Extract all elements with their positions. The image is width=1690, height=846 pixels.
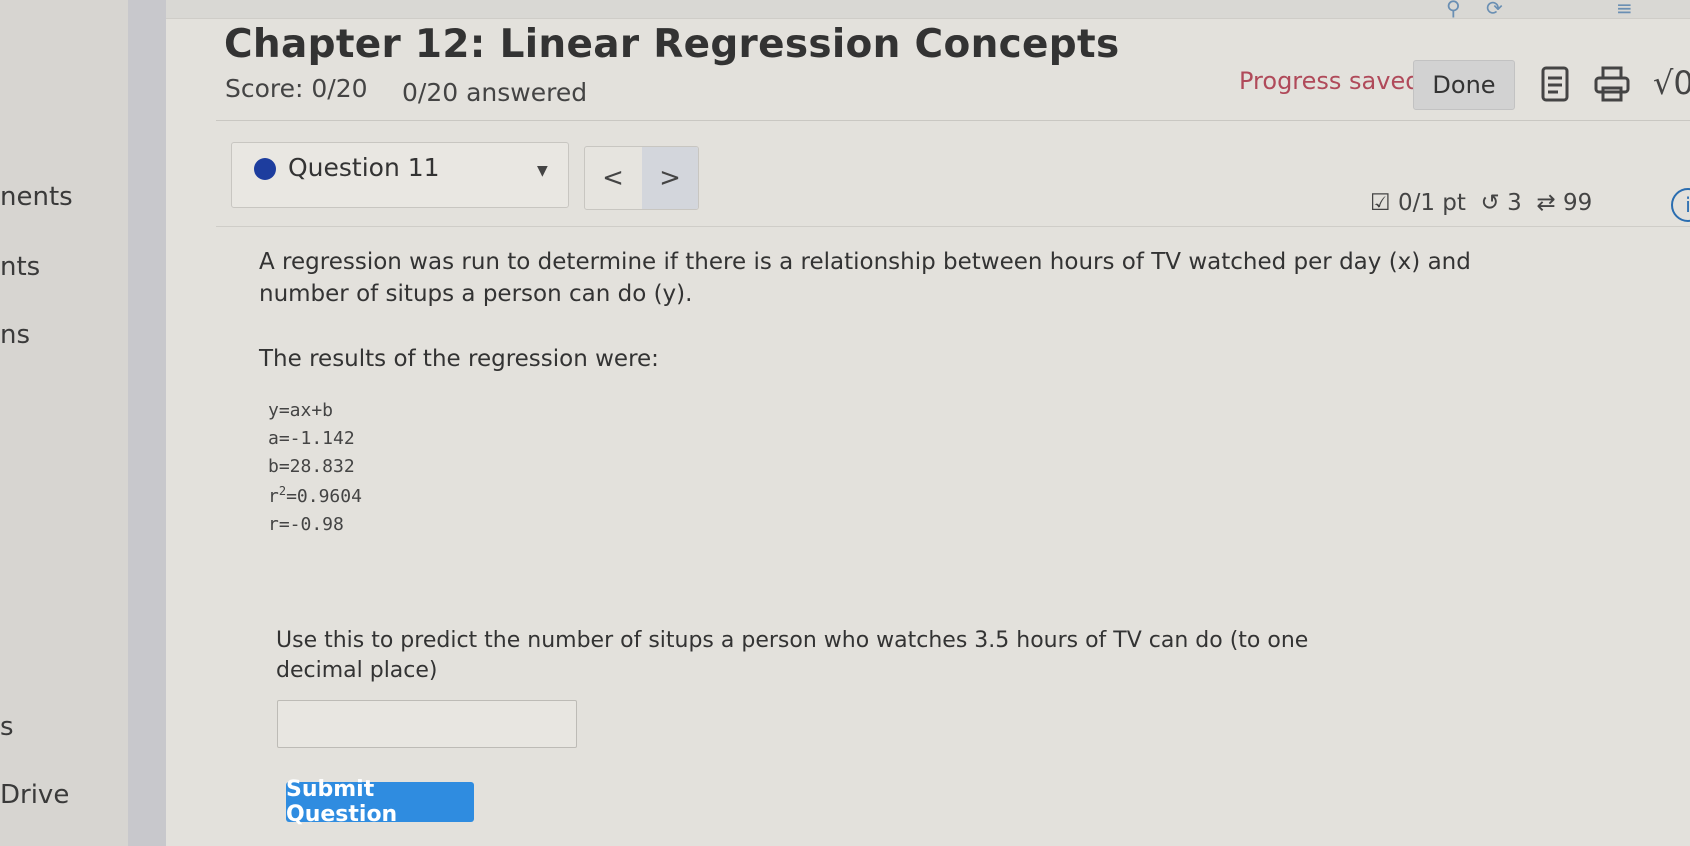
undo-icon: ↺ <box>1480 190 1500 216</box>
question-divider <box>216 226 1690 227</box>
checkbox-icon: ☑ <box>1370 190 1391 216</box>
retries-value: 99 <box>1562 190 1593 216</box>
question-prompt: A regression was run to determine if the… <box>259 249 1471 307</box>
previous-question-button[interactable]: < <box>585 147 641 209</box>
notes-icon[interactable] <box>1541 66 1569 111</box>
zoom-icon[interactable]: ⚲ <box>1446 0 1461 20</box>
question-status-dot <box>254 158 276 180</box>
question-meta: ☑ 0/1 pt ↺ 3 ⇄ 99 <box>1370 190 1592 216</box>
question-select[interactable]: Question 11 ▼ <box>231 142 569 208</box>
sidebar-item-partial[interactable]: s <box>0 712 14 742</box>
coefficient-a: a=-1.142 <box>268 428 355 449</box>
r2-prefix: r <box>268 486 279 507</box>
score-text: Score: 0/20 <box>225 74 368 103</box>
main-panel: ⚲ ⟳ ≡ Chapter 12: Linear Regression Conc… <box>166 0 1690 846</box>
sqrt-icon[interactable]: √0 <box>1653 64 1690 102</box>
retry-icon: ⇄ <box>1536 190 1556 216</box>
left-sidebar: nents nts ns s Drive <box>0 0 128 846</box>
regression-equation: y=ax+b <box>268 400 334 421</box>
r2-value: =0.9604 <box>286 486 362 507</box>
predict-prompt: Use this to predict the number of situps… <box>276 628 1309 683</box>
answer-input[interactable] <box>277 700 577 748</box>
answered-count: 0/20 answered <box>402 78 588 107</box>
attempts-value: 3 <box>1507 190 1522 216</box>
sidebar-item-drive[interactable]: Drive <box>0 780 69 810</box>
sidebar-item-discussions[interactable]: ns <box>0 320 30 350</box>
list-icon[interactable]: ≡ <box>1616 0 1633 20</box>
points-value: 0/1 pt <box>1397 190 1466 216</box>
r-squared: r2=0.9604 <box>268 484 362 507</box>
submit-question-button[interactable]: Submit Question <box>286 777 474 827</box>
question-nav: < > <box>584 146 699 210</box>
refresh-icon[interactable]: ⟳ <box>1486 0 1503 20</box>
question-select-label: Question 11 <box>288 153 440 182</box>
results-intro: The results of the regression were: <box>259 346 659 372</box>
progress-status: Progress saved <box>1239 67 1421 95</box>
print-icon[interactable] <box>1594 66 1630 111</box>
done-button[interactable]: Done <box>1413 60 1515 110</box>
top-toolbar-strip: ⚲ ⟳ ≡ <box>166 0 1690 20</box>
next-question-button[interactable]: > <box>642 147 698 209</box>
caret-down-icon: ▼ <box>537 163 548 179</box>
r2-superscript: 2 <box>278 484 287 498</box>
page-title: Chapter 12: Linear Regression Concepts <box>224 22 1120 67</box>
sidebar-scroll-divider <box>128 0 166 846</box>
sidebar-item-assignments[interactable]: nents <box>0 182 73 212</box>
correlation-r: r=-0.98 <box>268 514 344 535</box>
header-divider <box>216 120 1690 121</box>
sidebar-item-grades[interactable]: nts <box>0 252 40 282</box>
info-icon[interactable]: i <box>1671 188 1690 222</box>
coefficient-b: b=28.832 <box>268 456 355 477</box>
